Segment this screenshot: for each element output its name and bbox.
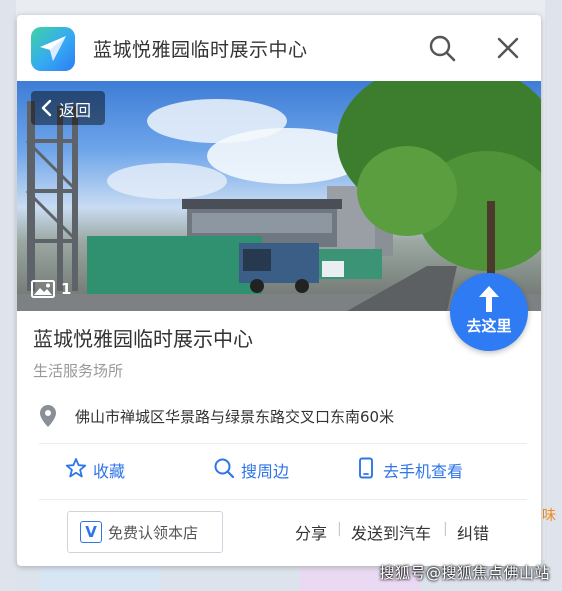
view-on-phone-button[interactable]: 去手机查看 [355, 455, 505, 485]
search-icon [214, 458, 235, 479]
back-label: 返回 [59, 101, 92, 120]
verified-v-icon: V [80, 521, 102, 543]
link-separator: | [337, 521, 342, 537]
favorite-label: 收藏 [93, 462, 126, 481]
paper-plane-icon [31, 27, 75, 71]
claim-store-button[interactable]: V 免费认领本店 [67, 511, 223, 553]
link-separator: | [443, 521, 448, 537]
search-icon [429, 35, 456, 62]
location-pin-icon [40, 405, 56, 427]
star-icon [65, 458, 87, 478]
close-icon [497, 37, 519, 59]
phone-icon [359, 457, 373, 479]
map-poi-label[interactable]: 味 [542, 505, 556, 525]
map-road [545, 0, 562, 591]
navigate-here-button[interactable]: 去这里 [450, 273, 528, 351]
map-road [0, 0, 16, 591]
poi-address-row: 佛山市禅城区华景路与绿景东路交叉口东南60米 [33, 400, 523, 430]
poi-detail-card: 蓝城悦雅园临时展示中心 返回 1 去这里 蓝城悦雅园临时展示中心 生活服务场所 … [17, 15, 541, 566]
photo-count-value: 1 [61, 279, 72, 298]
view-on-phone-label: 去手机查看 [383, 462, 464, 481]
divider [39, 443, 527, 444]
action-bar: 收藏 搜周边 去手机查看 [17, 455, 541, 491]
search-nearby-button[interactable]: 搜周边 [213, 455, 323, 485]
send-to-car-link[interactable]: 发送到汽车 [351, 520, 431, 544]
image-icon [31, 279, 55, 298]
chevron-left-icon [41, 99, 52, 117]
poi-category: 生活服务场所 [33, 362, 124, 380]
map-block [40, 568, 160, 591]
close-button[interactable] [493, 33, 523, 63]
back-button[interactable]: 返回 [31, 91, 105, 125]
claim-store-label: 免费认领本店 [108, 524, 199, 542]
favorite-button[interactable]: 收藏 [65, 455, 155, 485]
search-button[interactable] [427, 33, 457, 63]
card-header: 蓝城悦雅园临时展示中心 [17, 15, 541, 81]
poi-photo[interactable]: 返回 1 [17, 81, 541, 311]
divider [39, 499, 527, 500]
share-link[interactable]: 分享 [295, 520, 327, 544]
report-error-link[interactable]: 纠错 [457, 520, 489, 544]
search-nearby-label: 搜周边 [241, 462, 290, 481]
navigate-here-label: 去这里 [466, 317, 512, 335]
photo-count[interactable]: 1 [31, 279, 71, 298]
poi-name: 蓝城悦雅园临时展示中心 [33, 327, 253, 351]
header-title: 蓝城悦雅园临时展示中心 [93, 39, 308, 61]
watermark: 搜狐号@搜狐焦点佛山站 [379, 564, 550, 582]
turn-arrow-icon [479, 286, 499, 312]
poi-address: 佛山市禅城区华景路与绿景东路交叉口东南60米 [75, 408, 395, 426]
